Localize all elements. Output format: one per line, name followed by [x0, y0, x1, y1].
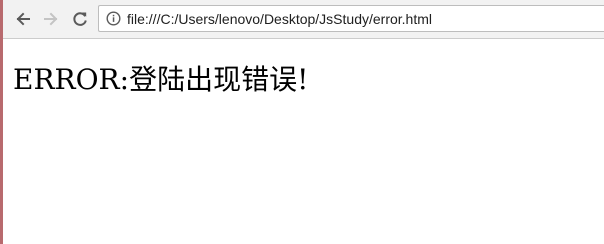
- page-content: ERROR:登陆出现错误!: [3, 39, 604, 244]
- back-button[interactable]: [12, 8, 34, 30]
- browser-window: file:///C:/Users/lenovo/Desktop/JsStudy/…: [0, 0, 604, 244]
- arrow-right-icon: [43, 11, 59, 27]
- address-bar[interactable]: file:///C:/Users/lenovo/Desktop/JsStudy/…: [98, 5, 604, 32]
- arrow-left-icon: [15, 11, 31, 27]
- url-text[interactable]: file:///C:/Users/lenovo/Desktop/JsStudy/…: [127, 11, 432, 27]
- reload-button[interactable]: [69, 8, 91, 30]
- browser-toolbar: file:///C:/Users/lenovo/Desktop/JsStudy/…: [3, 0, 604, 39]
- reload-icon: [72, 11, 88, 27]
- info-icon[interactable]: [106, 11, 121, 26]
- forward-button[interactable]: [40, 8, 62, 30]
- error-heading: ERROR:登陆出现错误!: [13, 63, 309, 96]
